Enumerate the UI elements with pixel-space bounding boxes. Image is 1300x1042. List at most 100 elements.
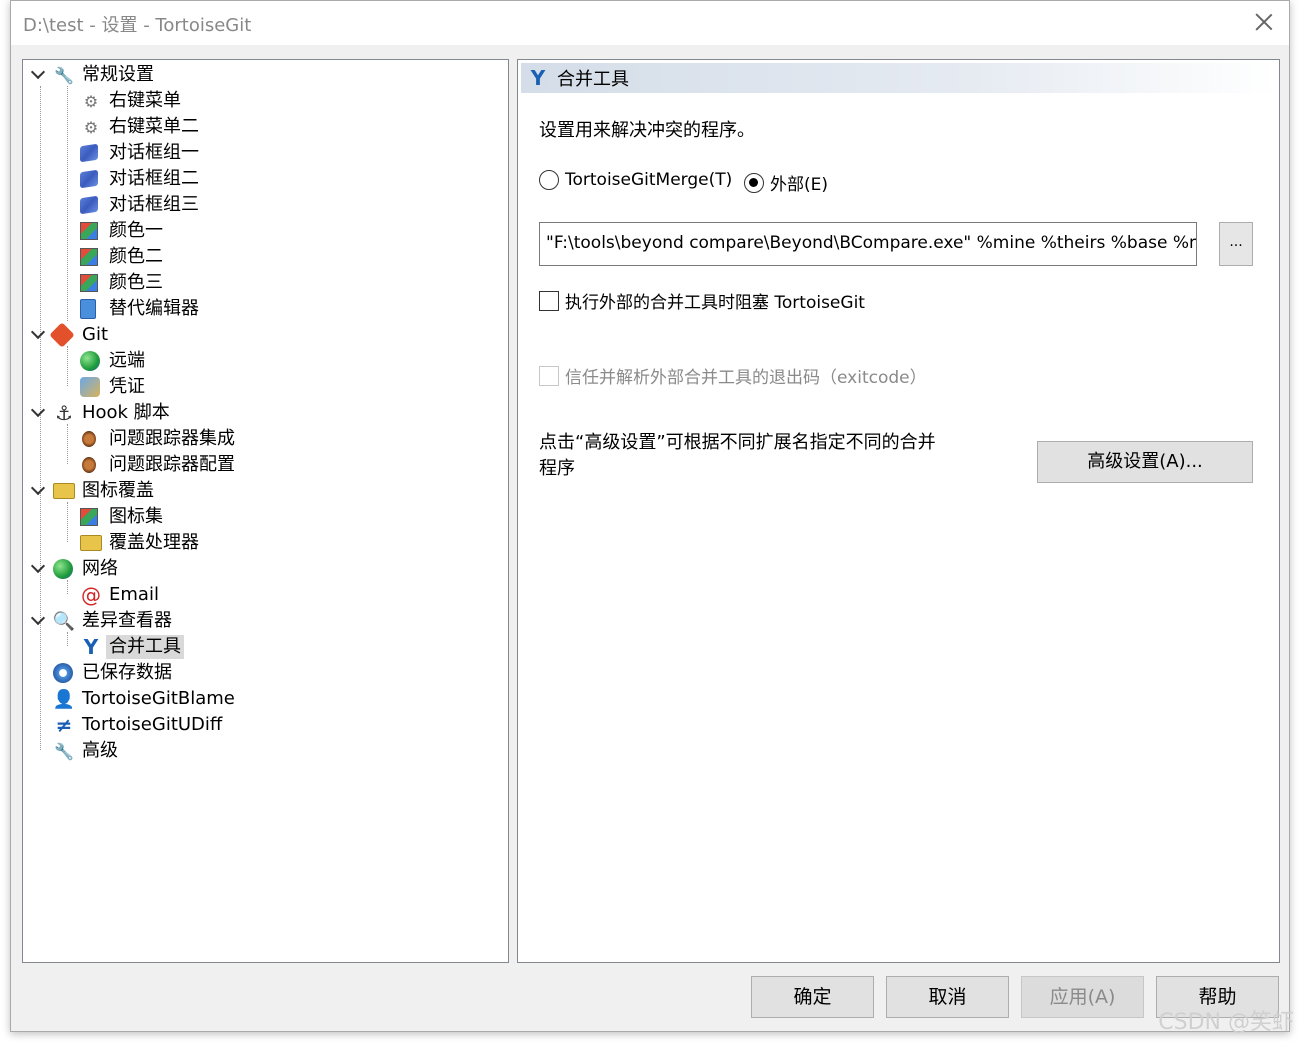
expander-hook[interactable] [31,405,45,419]
wrench-icon: 🔧 [54,741,74,761]
editor-icon [80,299,96,319]
ok-button[interactable]: 确定 [751,976,874,1018]
tree-item-label: 高级 [82,740,118,761]
udiff-icon: ≠ [55,713,73,737]
expander-general[interactable] [31,67,45,81]
tree-item-context-menu[interactable]: ⚙ 右键菜单 [80,88,184,114]
radio-dot [539,170,559,190]
close-button[interactable] [1253,11,1275,33]
panel-description: 设置用来解决冲突的程序。 [539,120,755,141]
tree-item-label: Hook 脚本 [82,402,170,423]
expander-network[interactable] [31,561,45,575]
tree-item-dialogs-1[interactable]: 对话框组一 [80,140,202,166]
title-bar: D:\test - 设置 - TortoiseGit [11,1,1289,45]
browse-button[interactable]: ... [1219,222,1253,266]
tree-item-email[interactable]: @ Email [80,582,162,608]
at-icon: @ [81,583,101,607]
tree-item-credential[interactable]: 凭证 [80,374,148,400]
checkbox-label: 信任并解析外部合并工具的退出码（exitcode） [565,368,927,388]
folder-icon [53,483,75,499]
settings-tree[interactable]: 🔧 常规设置 ⚙ 右键菜单 ⚙ 右键菜单二 对话框组一 对话框组二 对话框组三 … [22,59,509,963]
tree-item-udiff[interactable]: ≠ TortoiseGitUDiff [53,712,225,738]
checkbox-box [539,290,559,311]
watermark: CSDN @笑虾 [1158,1010,1294,1035]
tree-connector [67,424,68,464]
credential-icon [80,377,100,397]
window-title: D:\test - 设置 - TortoiseGit [23,15,252,36]
color-icon [80,222,98,240]
window-icon [80,169,98,189]
tree-item-label: 对话框组二 [109,168,199,189]
tree-item-label: 远端 [109,350,145,371]
tree-item-label: 常规设置 [82,64,154,85]
tree-item-label: 对话框组三 [109,194,199,215]
tree-item-label: 右键菜单 [109,90,181,111]
tree-item-label: 问题跟踪器集成 [109,428,235,449]
globe-icon [53,559,73,579]
git-icon [49,322,75,348]
expander-diff-viewer[interactable] [31,613,45,627]
tree-item-label: 替代编辑器 [109,298,199,319]
tree-item-alt-editors[interactable]: 替代编辑器 [80,296,202,322]
merge-icon: Y [530,66,546,90]
tree-item-label: Git [82,324,109,345]
tree-item-label: 对话框组一 [109,142,199,163]
blame-icon: 👤 [52,688,76,710]
tree-item-label: Email [109,584,159,605]
color-icon [80,508,98,526]
tree-item-remote[interactable]: 远端 [80,348,148,374]
tree-item-hook-scripts[interactable]: ⚓ Hook 脚本 [53,400,173,426]
expander-git[interactable] [31,327,45,341]
tree-item-network[interactable]: 网络 [53,556,121,582]
gear-icon: ⚙ [83,117,99,137]
tree-item-icon-overlays[interactable]: 图标覆盖 [53,478,157,504]
tree-item-label: 右键菜单二 [109,116,199,137]
tree-item-label: 覆盖处理器 [109,532,199,553]
tree-item-dialogs-3[interactable]: 对话框组三 [80,192,202,218]
tree-item-blame[interactable]: 👤 TortoiseGitBlame [53,686,238,712]
apply-button: 应用(A) [1021,976,1144,1018]
tree-item-label: TortoiseGitUDiff [82,714,223,735]
bug-icon [82,431,96,447]
tree-item-label: 网络 [82,558,118,579]
saved-data-icon [53,663,73,683]
folder-icon [80,535,102,551]
tree-item-dialogs-2[interactable]: 对话框组二 [80,166,202,192]
tree-item-colors-2[interactable]: 颜色二 [80,244,166,270]
tree-connector [67,86,68,321]
tree-item-saved-data[interactable]: 已保存数据 [53,660,175,686]
tree-item-issue-tracker-integration[interactable]: 问题跟踪器集成 [80,426,238,452]
tree-item-git[interactable]: Git [49,322,111,348]
tree-item-colors-1[interactable]: 颜色一 [80,218,166,244]
external-tool-path-input[interactable]: "F:\tools\beyond compare\Beyond\BCompare… [539,222,1197,266]
tree-item-diff-viewer[interactable]: 🔍 差异查看器 [53,608,175,634]
block-tortoisegit-checkbox[interactable]: 执行外部的合并工具时阻塞 TortoiseGit [539,288,865,313]
tree-item-icon-set[interactable]: 图标集 [80,504,166,530]
panel-header: Y 合并工具 [521,63,1276,93]
tree-connector [67,632,68,646]
tree-connector [67,502,68,542]
tree-item-issue-tracker-config[interactable]: 问题跟踪器配置 [80,452,238,478]
hook-icon: ⚓ [55,401,73,425]
window-icon [80,143,98,163]
settings-window: D:\test - 设置 - TortoiseGit 🔧 常规设置 ⚙ 右键菜单… [10,0,1290,1032]
tree-item-merge-tool[interactable]: Y 合并工具 [80,634,184,660]
color-icon [80,274,98,292]
tree-item-colors-3[interactable]: 颜色三 [80,270,166,296]
external-radio[interactable]: 外部(E) [744,170,828,195]
tree-item-context-menu-2[interactable]: ⚙ 右键菜单二 [80,114,202,140]
tree-item-label: TortoiseGitBlame [82,688,235,709]
magnifier-icon: 🔍 [52,610,76,632]
color-icon [80,248,98,266]
tree-item-advanced[interactable]: 🔧 高级 [53,738,121,764]
tree-item-label: 问题跟踪器配置 [109,454,235,475]
tree-item-general[interactable]: 🔧 常规设置 [53,62,157,88]
advanced-settings-button[interactable]: 高级设置(A)... [1037,441,1253,483]
tortoisegitmerge-radio[interactable]: TortoiseGitMerge(T) [539,170,732,190]
tree-item-label: 颜色三 [109,272,163,293]
expander-icon-overlays[interactable] [31,483,45,497]
cancel-button[interactable]: 取消 [886,976,1009,1018]
tree-item-overlay-handlers[interactable]: 覆盖处理器 [80,530,202,556]
checkbox-label: 执行外部的合并工具时阻塞 TortoiseGit [565,293,865,313]
advanced-hint: 点击“高级设置”可根据不同扩展名指定不同的合并程序 [539,432,936,479]
